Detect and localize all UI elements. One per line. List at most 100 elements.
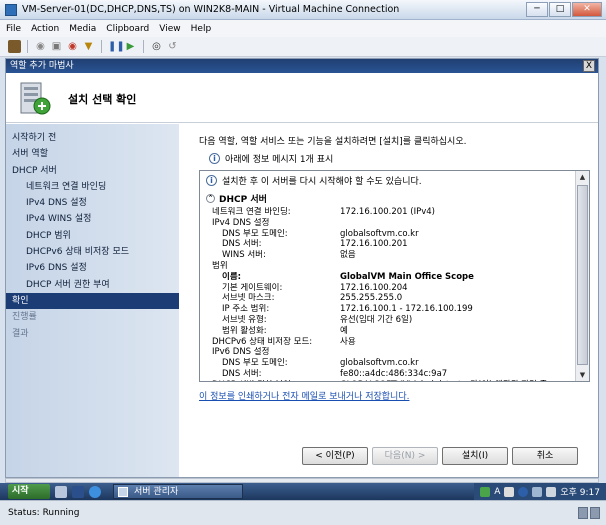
menu-media[interactable]: Media [69, 24, 96, 34]
detail-label: 범위 [212, 260, 228, 271]
ctrl-alt-del-icon[interactable] [8, 40, 21, 53]
server-role-icon [20, 82, 51, 115]
close-button[interactable]: ✕ [572, 2, 602, 17]
pause-icon[interactable]: ❚❚ [108, 40, 125, 53]
details-panel[interactable]: i 설치한 후 이 서버를 다시 시작해야 할 수도 있습니다. ⌃ DHCP … [199, 170, 590, 382]
detail-row: 서브넷 유형: 유선(임대 기간 6일) [200, 315, 577, 326]
detail-row: DNS 부모 도메인: globalsoftvm.co.kr [200, 229, 577, 240]
print-link[interactable]: 이 정보를 인쇄하거나 전자 메일로 보내거나 저장합니다. [199, 389, 409, 402]
network-icon[interactable] [532, 486, 543, 497]
nav-item[interactable]: 시작하기 전 [6, 130, 179, 146]
scroll-thumb[interactable] [577, 185, 588, 365]
nav-item[interactable]: DHCP 서버 권한 부여 [6, 277, 179, 293]
detail-row: 서브넷 마스크: 255.255.255.0 [200, 293, 577, 304]
status-icons [578, 507, 600, 519]
language-indicator[interactable]: A [494, 487, 500, 497]
detail-label: 이름: [222, 271, 242, 282]
ie-icon[interactable] [89, 485, 101, 498]
scroll-down-icon[interactable]: ▼ [576, 369, 589, 381]
prev-button[interactable]: < 이전(P) [302, 447, 368, 465]
input-method-icon[interactable] [480, 486, 491, 497]
vm-connection-icon [5, 3, 17, 16]
detail-value: 없음 [340, 250, 356, 261]
taskbar-item-server-manager[interactable]: 서버 관리자 [113, 484, 243, 499]
nav-item[interactable]: DHCP 서버 [6, 163, 179, 179]
system-tray: A 오후 9:17 [474, 483, 606, 500]
wizard-nav: 시작하기 전 서버 역할 DHCP 서버 네트워크 연결 바인딩 IPv4 DN… [6, 124, 179, 477]
detail-label: DNS 부모 도메인: [222, 228, 288, 239]
info-message: i 아래에 정보 메시지 1개 표시 [209, 152, 333, 165]
start-vm-icon[interactable]: ◉ [34, 40, 47, 53]
detail-label: DHCPv6 상태 비저장 모드: [212, 336, 313, 347]
warning-text: 설치한 후 이 서버를 다시 시작해야 할 수도 있습니다. [222, 177, 422, 187]
install-button[interactable]: 설치(I) [442, 447, 508, 465]
wizard-title: 역할 추가 마법사 [10, 61, 74, 71]
detail-value: 사용 [340, 336, 356, 347]
minimize-button[interactable]: ─ [526, 2, 548, 17]
info-message-text: 아래에 정보 메시지 1개 표시 [225, 155, 334, 165]
tool-icon[interactable] [504, 486, 515, 497]
detail-row: IPv6 DNS 설정 [200, 347, 577, 358]
nav-item-active[interactable]: 확인 [6, 292, 179, 310]
detail-label: 네트워크 연결 바인딩: [212, 207, 291, 217]
maximize-button[interactable]: □ [549, 2, 571, 17]
volume-icon[interactable] [546, 486, 557, 497]
snapshot-icon[interactable]: ◎ [150, 40, 163, 53]
cancel-button[interactable]: 취소 [512, 447, 578, 465]
detail-value: 172.16.100.201 [340, 239, 408, 250]
detail-label: WINS 서버: [222, 250, 266, 261]
taskbar: 시작 서버 관리자 A 오후 9:17 [0, 483, 606, 500]
menu-file[interactable]: File [6, 24, 21, 34]
window-title: VM-Server-01(DC,DHCP,DNS,TS) on WIN2K8-M… [22, 4, 400, 15]
shutdown-icon[interactable]: ◉ [66, 40, 79, 53]
button-row: < 이전(P) 다음(N) > 설치(I) 취소 [179, 447, 598, 467]
detail-label: IPv4 DNS 설정 [212, 217, 270, 228]
menu-bar: File Action Media Clipboard View Help [0, 20, 606, 37]
server-manager-icon[interactable] [55, 485, 67, 498]
turn-off-icon[interactable]: ▣ [50, 40, 63, 53]
nav-item[interactable]: IPv4 WINS 설정 [6, 211, 179, 227]
wizard-content: 다음 역할, 역할 서비스 또는 기능을 설치하려면 [설치]를 클릭하십시오.… [179, 124, 598, 477]
nav-item[interactable]: 네트워크 연결 바인딩 [6, 179, 179, 195]
detail-row: DHCPv6 상태 비저장 모드: 사용 [200, 337, 577, 348]
save-state-icon[interactable]: ▼ [82, 40, 95, 53]
nav-item[interactable]: 서버 역할 [6, 146, 179, 162]
menu-help[interactable]: Help [191, 24, 212, 34]
reset-icon[interactable]: ▶ [124, 40, 137, 53]
detail-row: 범위 [200, 261, 577, 272]
info-icon: i [209, 153, 220, 164]
menu-action[interactable]: Action [31, 24, 59, 34]
detail-value: GlobalVM Main Office Scope [340, 271, 474, 282]
detail-row: 범위 활성화: 예 [200, 326, 577, 337]
wizard-close-button[interactable]: X [583, 60, 595, 72]
detail-row: 네트워크 연결 바인딩: 172.16.100.201 (IPv4) [200, 207, 577, 218]
nav-item[interactable]: DHCPv6 상태 비저장 모드 [6, 244, 179, 260]
nav-item[interactable]: IPv4 DNS 설정 [6, 195, 179, 211]
keyboard-lock-icon [578, 507, 588, 519]
start-button[interactable]: 시작 [8, 484, 50, 499]
detail-value: 255.255.255.0 [340, 293, 403, 304]
detail-label: 기본 게이트웨이: [222, 282, 283, 293]
detail-value: globalsoftvm.co.kr [340, 228, 419, 239]
section-header[interactable]: ⌃ DHCP 서버 [200, 190, 577, 207]
vertical-scrollbar[interactable]: ▲ ▼ [575, 171, 589, 381]
scroll-up-icon[interactable]: ▲ [576, 171, 589, 183]
menu-view[interactable]: View [159, 24, 180, 34]
nav-item[interactable]: DHCP 범위 [6, 228, 179, 244]
detail-row: DNS 서버: fe80::a4dc:486:334c:9a7 [200, 369, 577, 380]
detail-value: fe80::a4dc:486:334c:9a7 [340, 368, 448, 379]
powershell-icon[interactable] [72, 485, 84, 498]
detail-label: 서브넷 마스크: [222, 293, 275, 304]
collapse-icon[interactable]: ⌃ [206, 194, 215, 203]
detail-row: IPv4 DNS 설정 [200, 218, 577, 229]
wizard-header: 설치 선택 확인 [6, 73, 598, 123]
revert-icon[interactable]: ↺ [166, 40, 179, 53]
nav-item[interactable]: IPv6 DNS 설정 [6, 260, 179, 276]
section-title: DHCP 서버 [219, 195, 267, 205]
menu-clipboard[interactable]: Clipboard [106, 24, 149, 34]
vm-screen: 역할 추가 마법사 X 설치 선택 확인 시작하기 전 서버 역할 DHCP 서… [5, 58, 599, 478]
detail-row: DHCP 서버 권한 부여:GLOBALSOFTVM\Administrator… [200, 380, 577, 381]
toolbar-separator [101, 40, 102, 53]
detail-value: 예 [340, 325, 348, 336]
help-icon[interactable] [518, 486, 529, 497]
